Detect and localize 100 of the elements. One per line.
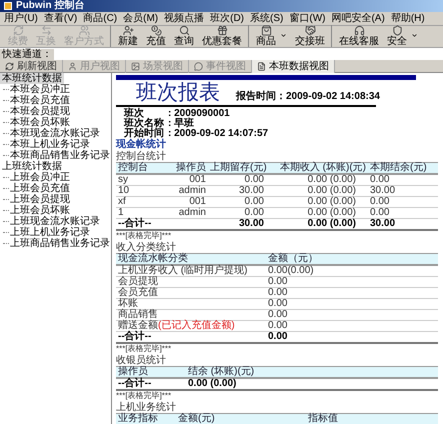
bag-icon	[260, 25, 272, 36]
shield-icon	[392, 25, 402, 36]
table-cell-text: 0.00 (0.00)	[306, 197, 357, 207]
table-cell-text: 001	[188, 197, 207, 207]
table-cell-text: 会员充值	[117, 288, 159, 298]
column-header: 结余 (坏账)(元)	[187, 367, 256, 377]
toolbar-button[interactable]: 交接班	[291, 25, 332, 47]
table-cell-text: 0.00 (0.00)	[306, 186, 357, 196]
total-cell-text: 0.00	[267, 332, 288, 342]
table-cell-text: 1	[117, 208, 124, 218]
total-cell-text: 30.00	[238, 219, 265, 229]
column-header: 业务指标	[117, 414, 159, 424]
tree-item[interactable]: 本班上机业务记录	[9, 139, 90, 150]
document-icon	[257, 62, 266, 70]
menu-item[interactable]: 班次(D)	[210, 12, 244, 24]
tree-item[interactable]: 上班会员提现	[9, 194, 70, 205]
dropdown-icon[interactable]	[411, 32, 418, 39]
column-header: 操作员	[175, 163, 207, 173]
quick-channel-label: 快速通道：	[0, 48, 54, 60]
table-cell-text: 上机业务收入 (临时用户提现)	[117, 266, 248, 276]
headset-icon	[354, 25, 364, 36]
menu-item[interactable]: 查看(V)	[44, 12, 78, 24]
toolbar-button[interactable]: 新建	[114, 25, 142, 47]
section-title: 现金帐统计	[116, 139, 167, 150]
toolbar-button[interactable]: 安全	[383, 25, 411, 47]
refresh-icon	[5, 62, 14, 70]
menu-item[interactable]: 帮助(H)	[390, 12, 425, 24]
tree-item[interactable]: 上班上机业务记录	[9, 227, 90, 238]
table-cell-text: 0.00	[369, 175, 390, 185]
table-cell-text: 0.00	[267, 310, 288, 320]
table-cell-text: 0.00	[267, 299, 288, 309]
table-cell-text: 0.00	[369, 208, 390, 218]
column-header: 指标值	[307, 414, 339, 424]
table-cell-text: 会员提现	[117, 277, 159, 287]
tree-item[interactable]: 本班会员充值	[9, 95, 70, 106]
gift-icon	[216, 25, 228, 36]
table-cell-text: xf	[117, 197, 127, 207]
menu-item[interactable]: 系统(S)	[250, 12, 284, 24]
tree-item[interactable]: 上班统计数据	[0, 161, 64, 172]
tree-item[interactable]: 上班会员充值	[9, 183, 70, 194]
column-header: 控制台	[117, 163, 149, 173]
tree-item[interactable]: 上班现金流水账记录	[9, 216, 100, 227]
total-cell-text: --合计--	[117, 332, 152, 342]
report-title: 班次报表	[136, 80, 220, 104]
handshake-icon	[304, 25, 316, 36]
table-cell-text: 30.00	[238, 186, 265, 196]
toolbar-button[interactable]: 商品	[252, 25, 280, 47]
column-header: 本期结余(元)	[369, 163, 428, 173]
tree-item[interactable]: 本班现金流水账记录	[9, 128, 100, 139]
table-cell-text: 30.00	[369, 186, 396, 196]
tree-item[interactable]: 本班商品销售业务记录	[9, 150, 110, 161]
table-cell-text: 0.00	[267, 277, 288, 287]
table-cell-text: 坏账	[117, 299, 139, 309]
toolbar-button[interactable]: 充值	[142, 25, 170, 47]
table-cell-text: 赠送金额(已记入充值金额)	[117, 321, 236, 331]
info-label: 班次	[124, 109, 144, 119]
info-value: : 2009090001	[168, 109, 231, 119]
table-cell-text: sy	[117, 175, 129, 185]
user-plus-icon	[122, 25, 134, 36]
tree-item[interactable]: 本班会员提现	[9, 106, 70, 117]
info-label: 班次名称	[124, 119, 165, 129]
total-cell-text: 30.00	[369, 219, 396, 229]
table-cell-text: 0.00	[244, 197, 265, 207]
tree-item[interactable]: 上班会员冲正	[9, 172, 70, 183]
table-cell-text: 0.00	[267, 321, 288, 331]
report-time: 报告时间：2009-09-02 14:08:34	[236, 90, 380, 104]
table-end-note: ***[表格完毕]***	[116, 344, 172, 354]
menu-item[interactable]: 用户(U)	[4, 12, 38, 24]
menu-item[interactable]: 会员(M)	[123, 12, 158, 24]
tree-item[interactable]: 上班会员坏账	[9, 205, 70, 216]
table-cell-text: 0.00	[369, 197, 390, 207]
menu-item[interactable]: 视频点播	[164, 12, 204, 24]
table-cell-text: 0.00	[244, 208, 265, 218]
dropdown-icon[interactable]	[280, 32, 287, 39]
column-header: 金额(元)	[177, 414, 216, 424]
info-label: 开始时间	[124, 129, 164, 139]
tree-item[interactable]: 本班会员冲正	[9, 84, 70, 95]
menu-item[interactable]: 网吧安全(A)	[331, 12, 385, 24]
table-cell-text: admin	[178, 186, 207, 196]
picture-frame-icon	[131, 62, 140, 70]
table-cell-text: 商品销售	[117, 310, 159, 320]
table-cell-text: 0.00	[244, 175, 265, 185]
tree-item[interactable]: 本班会员坏账	[9, 117, 70, 128]
table-cell-text: 0.00 (0.00)	[306, 208, 357, 218]
view-tab[interactable]: 本班数据视图	[252, 60, 335, 72]
menu-item[interactable]: 窗口(W)	[289, 12, 326, 24]
table-cell-text: 10	[117, 186, 130, 196]
toolbar-button[interactable]: 在线客服	[335, 25, 383, 47]
search-icon	[178, 25, 190, 36]
app-icon	[4, 2, 12, 10]
coins-icon	[150, 25, 162, 36]
table-title: 控制台统计	[116, 151, 167, 162]
toolbar-button[interactable]: 优惠套餐	[198, 25, 249, 47]
table-cell-text: 0.00 (0.00)	[306, 175, 357, 185]
table-cell-text: 0.00(0.00)	[267, 266, 315, 276]
tree-item[interactable]: 上班商品销售业务记录	[9, 238, 110, 249]
total-cell-text: --合计--	[117, 379, 152, 389]
total-cell-text: 0.00 (0.00)	[187, 379, 238, 389]
menu-item[interactable]: 商品(C)	[83, 12, 118, 24]
toolbar-button[interactable]: 查询	[170, 25, 198, 47]
